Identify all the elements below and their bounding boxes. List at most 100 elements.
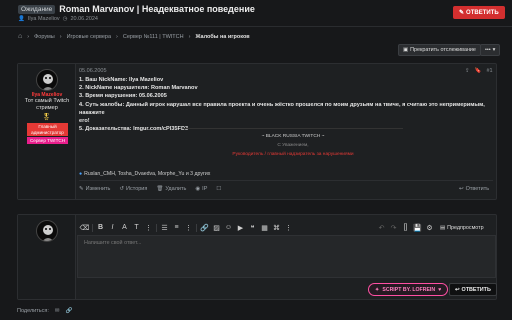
reply-arrow-icon: ↩ bbox=[455, 286, 460, 293]
divider bbox=[79, 180, 493, 181]
font-size-icon[interactable]: T bbox=[132, 223, 141, 232]
clock-icon: ◷ bbox=[62, 16, 68, 22]
preview-button[interactable]: ▤ Предпросмотр bbox=[436, 223, 488, 233]
post-date[interactable]: 05.06.2005 bbox=[79, 68, 107, 74]
editor-toolbar: ⌫ B I A T ⋮ ☰ ≡ ⋮ 🔗 ▨ ☺ ▶ ❝ ▦ ⌘ ⋮ bbox=[80, 223, 293, 232]
breadcrumb-server[interactable]: Сервер №111 | TWITCH bbox=[123, 34, 184, 40]
breadcrumb-forums[interactable]: Форумы bbox=[34, 34, 55, 40]
smile-icon[interactable]: ☺ bbox=[224, 223, 233, 232]
media-icon[interactable]: ▶ bbox=[236, 223, 245, 232]
redo-icon[interactable]: ↷ bbox=[389, 223, 398, 232]
list-icon[interactable]: ☰ bbox=[160, 223, 169, 232]
ip-label: IP bbox=[202, 186, 208, 192]
script-badge[interactable]: ✦ SCRIPT BY. LOFREIN ♥ bbox=[368, 283, 449, 296]
breadcrumb-current[interactable]: Жалобы на игроков bbox=[195, 34, 249, 40]
edit-action[interactable]: ✎ Изменить bbox=[79, 186, 110, 192]
unwatch-label: Прекратить отслеживание bbox=[410, 47, 476, 53]
edit-label: Изменить bbox=[85, 186, 111, 192]
divider bbox=[0, 26, 512, 27]
history-label: История bbox=[126, 186, 148, 192]
post-number[interactable]: #1 bbox=[486, 68, 492, 74]
user-icon: 👤 bbox=[18, 16, 25, 22]
message-placeholder: Напишите свой ответ... bbox=[84, 240, 142, 246]
chevron-down-icon: ▾ bbox=[492, 47, 496, 53]
share-bar: Поделиться: ✉ 🔗 bbox=[17, 308, 72, 314]
italic-icon[interactable]: I bbox=[108, 223, 117, 232]
post-actions: ✎ Изменить ↺ История 🗑 Удалить ◉ IP ☐ bbox=[79, 186, 221, 192]
email-icon[interactable]: ✉ bbox=[55, 308, 60, 314]
link-icon[interactable]: 🔗 bbox=[66, 308, 73, 314]
history-icon: ↺ bbox=[119, 186, 125, 192]
signature-line2: С Уважением, bbox=[277, 143, 309, 148]
delete-action[interactable]: 🗑 Удалить bbox=[156, 186, 186, 192]
sparkle-icon: ✦ bbox=[375, 286, 380, 293]
image-icon[interactable]: ▨ bbox=[212, 223, 221, 232]
ip-action[interactable]: ◉ IP bbox=[195, 186, 207, 192]
submit-reply-button[interactable]: ↩ ОТВЕТИТЬ bbox=[449, 283, 497, 296]
unwatch-button[interactable]: ▣ Прекратить отслеживание bbox=[398, 44, 481, 56]
home-icon[interactable]: ⌂ bbox=[18, 33, 22, 40]
trash-icon: 🗑 bbox=[156, 186, 164, 192]
editor-toolbar-right: ↶ ↷ [] 💾 ⚙ bbox=[377, 223, 434, 232]
link-icon[interactable]: 🔗 bbox=[200, 223, 209, 232]
avatar[interactable] bbox=[36, 220, 58, 242]
table-icon[interactable]: ▦ bbox=[260, 223, 269, 232]
role-line2: администратор bbox=[31, 129, 64, 135]
eraser-icon[interactable]: ⌫ bbox=[80, 223, 90, 232]
reply-box: ⌫ B I A T ⋮ ☰ ≡ ⋮ 🔗 ▨ ☺ ▶ ❝ ▦ ⌘ ⋮ ↶ ↷ []… bbox=[17, 214, 497, 300]
more-icon[interactable]: ⋮ bbox=[184, 223, 193, 232]
checkbox-icon[interactable]: ☐ bbox=[216, 186, 221, 192]
like-reaction-icon: ● bbox=[79, 171, 83, 177]
breadcrumb: ⌂ › Форумы › Игровые сервера › Сервер №1… bbox=[18, 33, 250, 40]
signature-line3: Руководитель / главный надзиратель за на… bbox=[232, 152, 354, 157]
post-line: 4. Суть жалобы: Данный игрок нарушал все… bbox=[79, 101, 485, 116]
thread-author[interactable]: Ilya Mazeliov bbox=[28, 16, 60, 22]
medal-icon: 🎖 bbox=[42, 114, 51, 121]
reactions-list[interactable]: Ruslan_CMH, Tosha_Dvaedva, Morphe_Yu и 3… bbox=[84, 171, 210, 177]
user-title: Тот самый Twitch стример bbox=[18, 98, 76, 112]
share-icon[interactable]: ⇪ bbox=[465, 68, 470, 74]
reply-arrow-icon: ↩ bbox=[459, 186, 464, 192]
script-badge-label: SCRIPT BY. LOFREIN bbox=[382, 286, 436, 293]
post-reply-label: Ответить bbox=[465, 186, 490, 192]
thread-title: Roman Marvanov | Неадекватное поведение bbox=[59, 4, 255, 14]
user-title-line2: стример bbox=[36, 105, 58, 111]
undo-icon[interactable]: ↶ bbox=[377, 223, 386, 232]
message-input[interactable]: Напишите свой ответ... bbox=[77, 235, 496, 278]
pencil-icon: ✎ bbox=[79, 186, 84, 192]
share-label: Поделиться: bbox=[17, 308, 49, 314]
breadcrumb-game-servers[interactable]: Игровые сервера bbox=[67, 34, 111, 40]
settings-icon[interactable]: ⚙ bbox=[425, 223, 434, 232]
post-line: 2. NickName нарушителя: Roman Marvanov bbox=[79, 85, 198, 92]
reply-user-column bbox=[18, 215, 76, 299]
signature: ~ BLACK RUSSIA TWITCH ~ С Уважением, Рук… bbox=[183, 132, 403, 159]
reply-button-label: ОТВЕТИТЬ bbox=[466, 9, 499, 16]
more-options-button[interactable]: ••• ▾ bbox=[480, 44, 501, 56]
thread-date: 20.06.2024 bbox=[70, 16, 98, 22]
reply-button[interactable]: ✎ ОТВЕТИТЬ bbox=[453, 6, 505, 19]
signature-line1: ~ BLACK RUSSIA TWITCH ~ bbox=[261, 134, 325, 139]
more-icon[interactable]: ⋮ bbox=[284, 223, 293, 232]
quote-icon[interactable]: ❝ bbox=[248, 223, 257, 232]
post-line: 3. Время нарушения: 05.06.2005 bbox=[79, 93, 167, 100]
thread-header: Ожидание Roman Marvanov | Неадекватное п… bbox=[18, 4, 255, 14]
reactions-bar[interactable]: ● Ruslan_CMH, Tosha_Dvaedva, Morphe_Yu и… bbox=[79, 171, 210, 177]
source-icon[interactable]: [] bbox=[401, 223, 410, 232]
post-reply-action[interactable]: ↩ Ответить bbox=[459, 186, 489, 192]
more-formatting-icon[interactable]: ⋮ bbox=[144, 223, 153, 232]
preview-label: Предпросмотр bbox=[447, 225, 484, 231]
bookmark-icon[interactable]: 🔖 bbox=[475, 68, 482, 74]
code-icon[interactable]: ⌘ bbox=[272, 223, 281, 232]
post: Ilya Mazeliov Тот самый Twitch стример 🎖… bbox=[17, 63, 497, 200]
bold-icon[interactable]: B bbox=[96, 223, 105, 232]
post-line: его! bbox=[79, 118, 90, 125]
text-color-icon[interactable]: A bbox=[120, 223, 129, 232]
status-prefix-badge[interactable]: Ожидание bbox=[18, 4, 56, 14]
save-draft-icon[interactable]: 💾 bbox=[413, 223, 422, 232]
preview-icon: ▤ bbox=[440, 225, 446, 231]
avatar[interactable] bbox=[36, 69, 58, 91]
history-action[interactable]: ↺ История bbox=[119, 186, 147, 192]
align-icon[interactable]: ≡ bbox=[172, 223, 181, 232]
heart-icon: ♥ bbox=[438, 286, 442, 293]
post-line: 1. Ваш NickName: Ilya Mazeliov bbox=[79, 77, 164, 83]
